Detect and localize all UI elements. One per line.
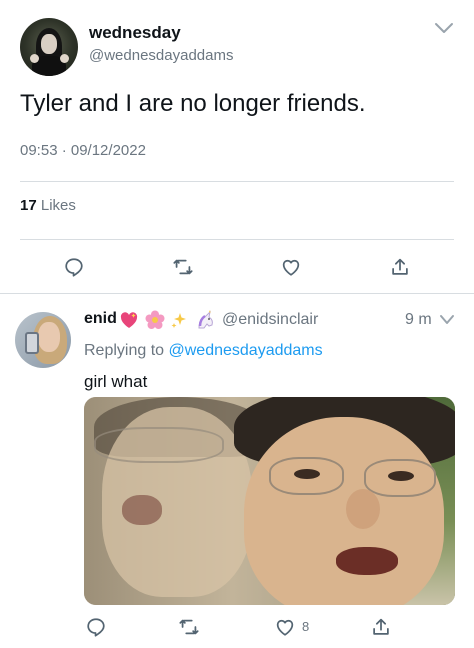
image-face (244, 417, 444, 605)
tweet-image[interactable] (84, 397, 455, 605)
mention-link[interactable]: @wednesdayaddams (169, 342, 323, 359)
image-nose (346, 489, 380, 529)
user-handle[interactable]: @enidsinclair (222, 311, 318, 329)
flower-emoji (145, 310, 165, 330)
reply-icon[interactable] (61, 254, 87, 280)
retweet-icon[interactable] (176, 614, 202, 640)
share-icon[interactable] (368, 614, 394, 640)
tweet-text: girl what (84, 372, 148, 391)
avatar-hand-right (60, 54, 69, 63)
chevron-down-icon[interactable] (438, 313, 456, 327)
avatar-face (38, 322, 60, 352)
timestamp[interactable]: 09:53 · 09/12/2022 (20, 142, 146, 159)
display-name[interactable]: enid (84, 310, 117, 328)
likes-label: Likes (40, 197, 76, 214)
image-eye-right (388, 471, 414, 481)
like-icon[interactable] (272, 614, 298, 640)
avatar-phone (25, 332, 39, 354)
retweet-icon[interactable] (170, 254, 196, 280)
divider (20, 239, 454, 240)
reply-icon[interactable] (83, 614, 109, 640)
replying-prefix: Replying to (84, 342, 165, 359)
divider (20, 181, 454, 182)
reply-time[interactable]: 9 m (405, 311, 432, 329)
like-count: 8 (302, 619, 310, 634)
replying-to: Replying to @wednesdayaddams (84, 342, 323, 360)
avatar-hand-left (30, 54, 39, 63)
tweet-text: Tyler and I are no longer friends. (20, 90, 366, 117)
avatar-face (41, 34, 57, 54)
likes-number: 17 (20, 197, 37, 214)
unicorn-emoji (194, 310, 216, 330)
avatar[interactable] (20, 18, 78, 76)
image-ghost-mouth (122, 495, 162, 525)
divider (0, 293, 474, 294)
user-handle[interactable]: @wednesdayaddams (89, 47, 233, 64)
image-eye-left (294, 469, 320, 479)
share-icon[interactable] (387, 254, 413, 280)
likes-count[interactable]: 17 Likes (20, 197, 76, 214)
image-mouth (336, 547, 398, 575)
image-ghost-glasses (94, 427, 224, 463)
avatar[interactable] (15, 312, 71, 368)
display-name[interactable]: wednesday (89, 23, 181, 43)
sparkles-emoji (170, 311, 188, 329)
like-icon[interactable] (278, 254, 304, 280)
heart-emoji (119, 310, 139, 330)
chevron-down-icon[interactable] (433, 20, 455, 36)
